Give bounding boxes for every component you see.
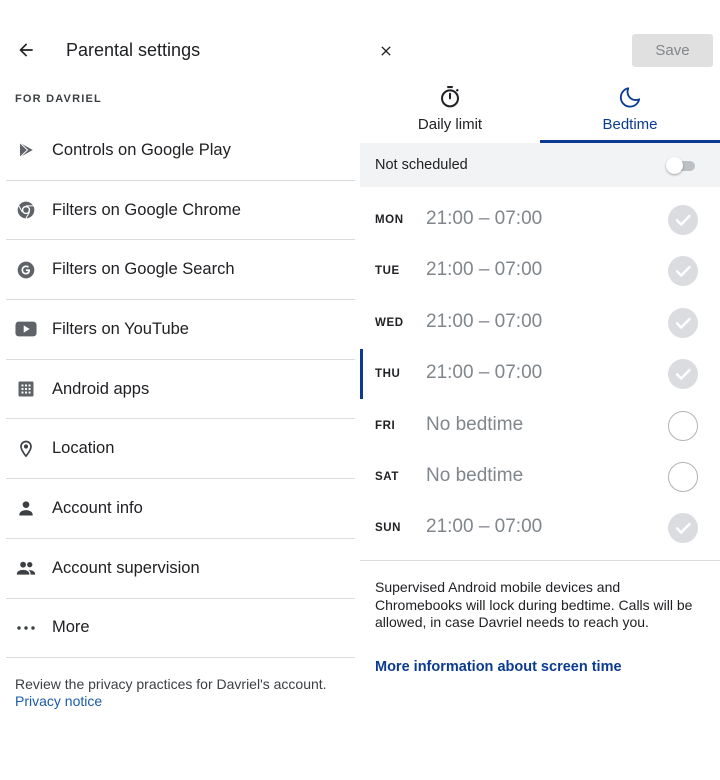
day-row-thu[interactable]: THU 21:00 – 07:00 — [360, 348, 720, 400]
check-icon — [675, 266, 691, 278]
arrow-back-icon — [19, 43, 33, 57]
tab-daily-limit[interactable]: Daily limit — [360, 82, 540, 142]
day-time-range: 21:00 – 07:00 — [426, 516, 543, 538]
schedule-toggle-row: Not scheduled — [360, 143, 720, 187]
day-name: WED — [375, 316, 404, 329]
day-checkbox[interactable] — [668, 410, 698, 441]
menu-item-label: Android apps — [52, 379, 150, 398]
day-name: TUE — [375, 265, 400, 278]
day-checkbox[interactable] — [668, 256, 698, 287]
parental-settings-panel: Parental settings FOR DAVRIEL Controls o… — [0, 0, 360, 780]
close-button[interactable] — [374, 39, 398, 63]
google-icon — [15, 259, 37, 281]
menu-item-label: Account info — [52, 498, 143, 517]
left-header: Parental settings — [0, 28, 360, 74]
day-row-mon[interactable]: MON 21:00 – 07:00 — [360, 194, 720, 245]
settings-menu: Controls on Google Play Filters on Googl… — [6, 121, 355, 659]
day-time-range: No bedtime — [426, 413, 524, 435]
day-name: MON — [375, 214, 404, 226]
menu-item-account-supervision[interactable]: Account supervision — [6, 539, 355, 599]
privacy-text: Review the privacy practices for Davriel… — [15, 676, 327, 692]
apps-grid-icon — [15, 378, 37, 400]
menu-item-label: Filters on Google Search — [52, 260, 235, 279]
day-row-sun[interactable]: SUN 21:00 – 07:00 — [360, 502, 720, 553]
menu-item-google-search[interactable]: Filters on Google Search — [6, 240, 355, 301]
menu-item-label: Location — [52, 439, 115, 458]
moon-icon — [540, 85, 720, 109]
menu-item-google-play[interactable]: Controls on Google Play — [6, 121, 355, 181]
day-name: THU — [375, 368, 401, 381]
person-icon — [15, 497, 37, 519]
current-day-marker — [360, 349, 363, 400]
menu-item-android-apps[interactable]: Android apps — [6, 360, 355, 420]
close-icon — [381, 46, 391, 56]
menu-item-label: Controls on Google Play — [52, 140, 231, 159]
menu-item-label: More — [52, 618, 90, 637]
day-time-range: No bedtime — [426, 464, 524, 486]
play-icon — [15, 139, 37, 161]
not-scheduled-label: Not scheduled — [375, 157, 468, 173]
privacy-section: Review the privacy practices for Davriel… — [15, 676, 355, 710]
day-checkbox[interactable] — [668, 307, 698, 338]
save-button[interactable]: Save — [632, 34, 713, 67]
day-time-range: 21:00 – 07:00 — [426, 208, 543, 229]
day-row-tue[interactable]: TUE 21:00 – 07:00 — [360, 245, 720, 296]
day-name: SAT — [375, 470, 399, 483]
menu-item-label: Filters on YouTube — [52, 319, 189, 338]
toggle-knob — [666, 157, 683, 174]
page-title: Parental settings — [66, 40, 201, 60]
more-horizontal-icon — [15, 617, 37, 639]
people-icon — [15, 557, 37, 579]
menu-item-location[interactable]: Location — [6, 419, 355, 480]
day-time-range: 21:00 – 07:00 — [426, 259, 543, 281]
menu-item-label: Account supervision — [52, 558, 200, 577]
menu-item-youtube[interactable]: Filters on YouTube — [6, 300, 355, 360]
day-checkbox[interactable] — [668, 513, 698, 544]
day-row-fri[interactable]: FRI No bedtime — [360, 400, 720, 451]
day-checkbox[interactable] — [668, 461, 698, 492]
day-checkbox[interactable] — [668, 359, 698, 390]
day-name: SUN — [375, 522, 402, 535]
location-pin-icon — [15, 438, 37, 460]
chrome-icon — [15, 199, 37, 221]
youtube-icon — [15, 318, 37, 340]
day-name: FRI — [375, 419, 396, 432]
check-icon — [675, 523, 691, 535]
bedtime-day-list: MON 21:00 – 07:00 TUE 21:00 – 07:00 WED 21:00… — [360, 194, 720, 554]
bedtime-info-text: Supervised Android mobile devices and Ch… — [375, 579, 693, 630]
menu-item-google-chrome[interactable]: Filters on Google Chrome — [6, 181, 355, 241]
menu-item-account-info[interactable]: Account info — [6, 479, 355, 539]
tab-bar: Daily limit Bedtime — [360, 82, 720, 143]
tab-bedtime[interactable]: Bedtime — [540, 82, 720, 142]
schedule-toggle[interactable] — [666, 157, 695, 174]
privacy-notice-link[interactable]: Privacy notice — [15, 693, 102, 710]
menu-item-label: Filters on Google Chrome — [52, 200, 241, 219]
menu-item-more[interactable]: More — [6, 599, 355, 659]
check-icon — [675, 317, 691, 329]
day-time-range: 21:00 – 07:00 — [426, 362, 543, 384]
tab-label: Bedtime — [602, 116, 658, 133]
section-label: FOR DAVRIEL — [15, 93, 102, 105]
day-time-range: 21:00 – 07:00 — [426, 310, 543, 332]
timer-icon — [360, 85, 540, 109]
back-button[interactable] — [14, 38, 38, 62]
tab-label: Daily limit — [417, 116, 483, 133]
day-checkbox[interactable] — [668, 205, 698, 235]
day-row-sat[interactable]: SAT No bedtime — [360, 451, 720, 502]
bedtime-panel: Save Daily limit Bedtime Not scheduled M… — [360, 0, 720, 780]
check-icon — [675, 214, 691, 226]
check-icon — [675, 368, 691, 380]
day-row-wed[interactable]: WED 21:00 – 07:00 — [360, 297, 720, 348]
divider — [360, 560, 720, 561]
more-info-link[interactable]: More information about screen time — [375, 659, 622, 675]
